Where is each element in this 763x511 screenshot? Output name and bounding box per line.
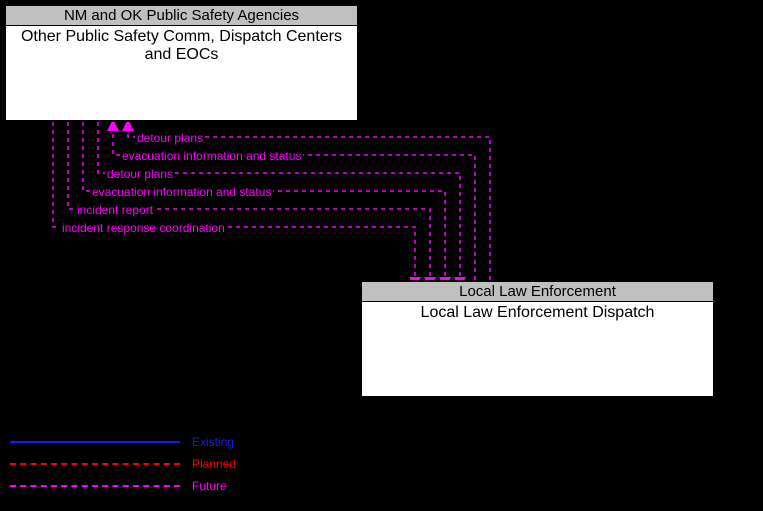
box-public-safety-body: Other Public Safety Comm, Dispatch Cente… <box>6 26 357 67</box>
box-law-enforcement[interactable]: Local Law Enforcement Local Law Enforcem… <box>360 280 715 398</box>
flow-label: incident report <box>75 203 155 217</box>
legend: Existing Planned Future <box>10 431 236 497</box>
line-icon <box>10 485 180 487</box>
legend-label: Future <box>192 479 227 493</box>
line-icon <box>10 441 180 443</box>
box-law-enforcement-body: Local Law Enforcement Dispatch <box>362 302 713 324</box>
flow-label: evacuation information and status <box>120 149 303 163</box>
legend-planned: Planned <box>10 453 236 475</box>
flow-label: detour plans <box>105 167 175 181</box>
box-public-safety-header: NM and OK Public Safety Agencies <box>6 6 357 26</box>
box-law-enforcement-header: Local Law Enforcement <box>362 282 713 302</box>
line-icon <box>10 463 180 465</box>
legend-label: Planned <box>192 457 236 471</box>
flow-label: evacuation information and status <box>90 185 273 199</box>
legend-label: Existing <box>192 435 234 449</box>
legend-future: Future <box>10 475 236 497</box>
flow-label: incident response coordination <box>60 221 227 235</box>
flow-label: detour plans <box>135 131 205 145</box>
legend-existing: Existing <box>10 431 236 453</box>
box-public-safety[interactable]: NM and OK Public Safety Agencies Other P… <box>4 4 359 122</box>
